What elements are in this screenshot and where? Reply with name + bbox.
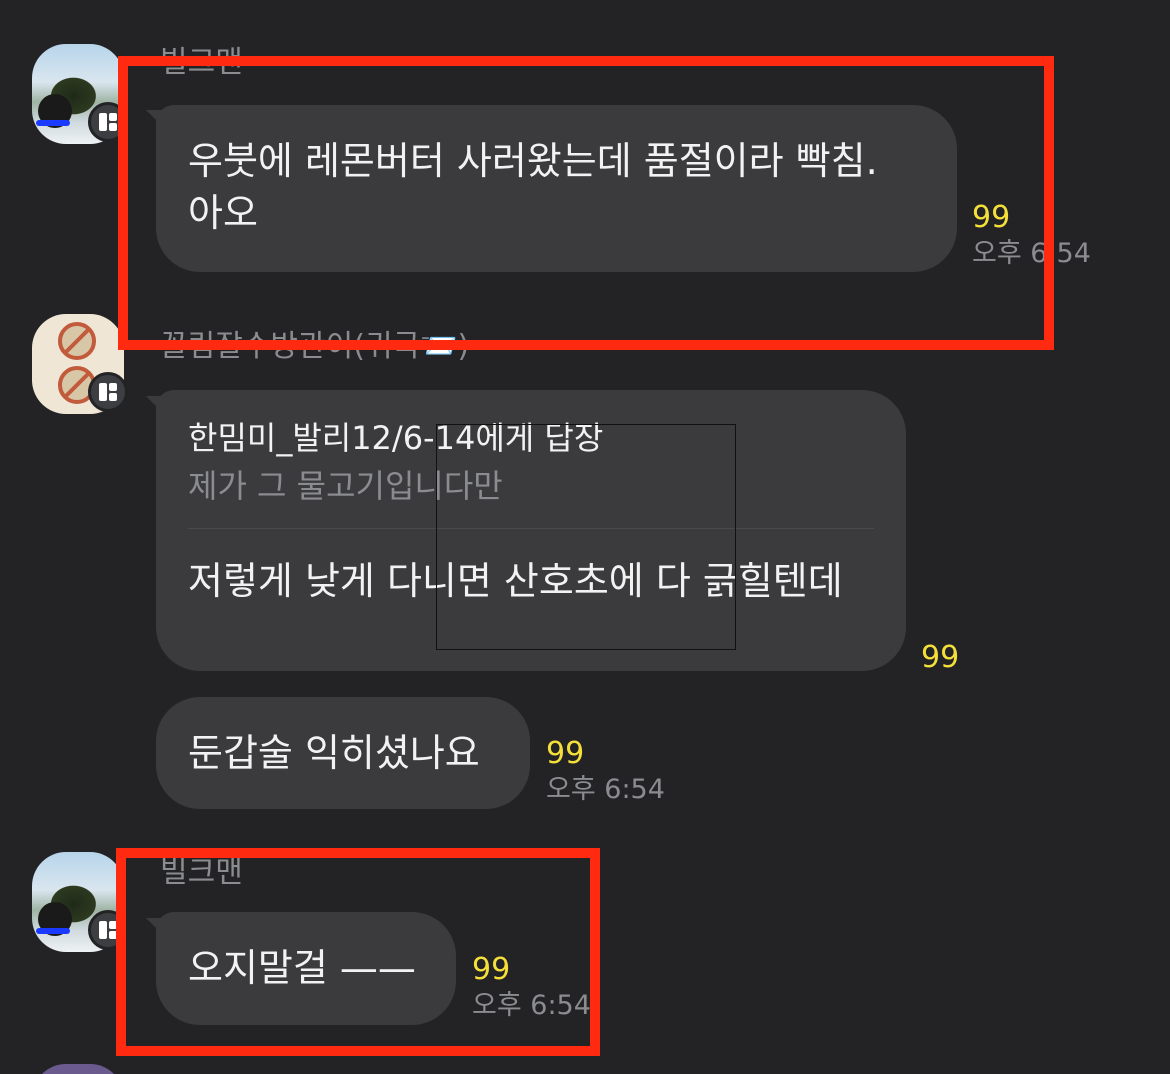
profile-badge-icon [88, 372, 128, 412]
message-bubble[interactable]: 둔갑술 익히셨나요 [156, 697, 530, 809]
overlay-outline-box [436, 424, 736, 650]
message-meta: 99 [921, 640, 959, 676]
message-meta: 99 오후 6:54 [546, 736, 665, 808]
next-sender-avatar[interactable] [32, 1064, 124, 1074]
blue-mark [36, 928, 70, 934]
message-time: 오후 6:54 [546, 774, 665, 805]
chat-screen: 빌크맨 우붓에 레몬버터 사러왔는데 품절이라 빡침. 아오 99 오후 6:5… [0, 0, 1170, 1074]
blue-mark [36, 120, 70, 126]
unread-count: 99 [921, 640, 960, 675]
highlight-box [118, 56, 1054, 350]
message-text: 둔갑술 익히셨나요 [188, 731, 480, 775]
highlight-box [116, 848, 600, 1056]
unread-count: 99 [546, 736, 585, 771]
no-sign-icon [58, 322, 96, 360]
